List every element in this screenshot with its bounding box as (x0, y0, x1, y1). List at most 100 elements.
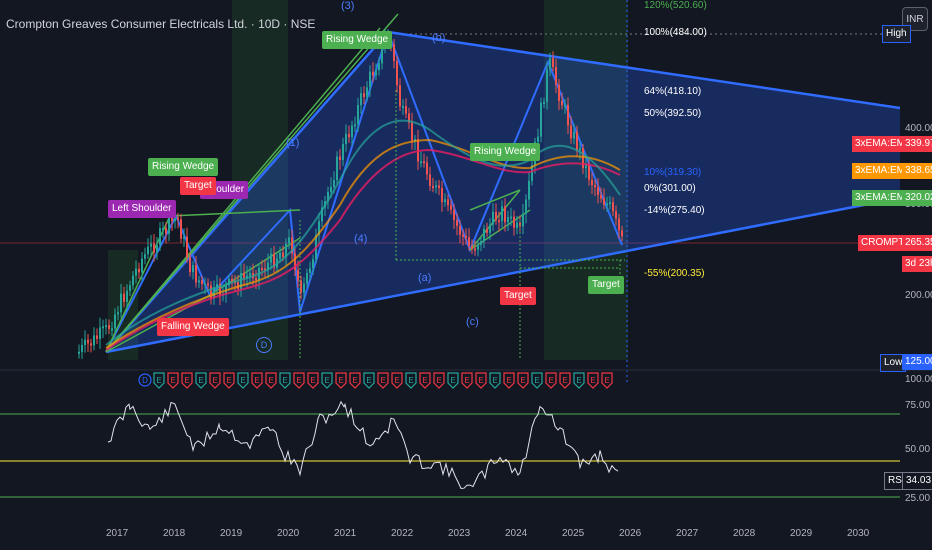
candle-body (549, 58, 551, 70)
ema-54-value: 338.65 (902, 163, 932, 179)
event-marker-icon[interactable]: E (531, 372, 543, 389)
event-marker-icon[interactable]: E (279, 372, 291, 389)
candle-body (393, 44, 395, 62)
candle-body (123, 293, 125, 302)
event-marker-text: E (212, 376, 217, 385)
event-marker-icon[interactable]: E (363, 372, 375, 389)
event-marker-icon[interactable]: E (195, 372, 207, 389)
candle-body (243, 273, 245, 279)
event-marker-icon[interactable]: E (237, 372, 249, 389)
event-marker-text: E (492, 376, 497, 385)
event-marker-icon[interactable]: E (153, 372, 165, 389)
candle-body (579, 147, 581, 151)
event-marker-icon[interactable]: E (167, 372, 179, 389)
candle-body (498, 220, 500, 223)
event-markers[interactable]: DEEEEEEEEEEEEEEEEEEEEEEEEEEEEEEEEE (138, 372, 613, 389)
candle-body (459, 225, 461, 235)
event-marker-icon[interactable]: D (138, 373, 152, 387)
candle-body (249, 273, 251, 276)
event-marker-icon[interactable]: E (321, 372, 333, 389)
event-marker-icon[interactable]: E (181, 372, 193, 389)
event-marker-icon[interactable]: E (335, 372, 347, 389)
candle-body (282, 252, 284, 258)
event-marker-icon[interactable]: E (405, 372, 417, 389)
event-marker-icon[interactable]: E (489, 372, 501, 389)
candle-body (351, 125, 353, 138)
candle-body (471, 245, 473, 249)
event-marker-text: E (310, 376, 315, 385)
event-marker-icon[interactable]: E (601, 372, 613, 389)
event-marker-icon[interactable]: E (461, 372, 473, 389)
rising-wedge-label[interactable]: Rising Wedge (148, 158, 219, 176)
event-marker-icon[interactable]: E (251, 372, 263, 389)
candle-body (621, 230, 623, 237)
falling-wedge-label[interactable]: Falling Wedge (157, 318, 229, 336)
event-marker-icon[interactable]: E (433, 372, 445, 389)
event-marker-text: E (282, 376, 287, 385)
event-marker-icon[interactable]: E (265, 372, 277, 389)
event-marker-icon[interactable]: E (307, 372, 319, 389)
target-label[interactable]: Target (180, 177, 216, 195)
candle-body (576, 131, 578, 151)
candle-body (474, 248, 476, 251)
event-marker-icon[interactable]: E (559, 372, 571, 389)
price-chart[interactable]: DEEEEEEEEEEEEEEEEEEEEEEEEEEEEEEEEE (0, 0, 932, 550)
event-marker-icon[interactable]: E (419, 372, 431, 389)
event-marker-icon[interactable]: E (503, 372, 515, 389)
event-marker-text: E (352, 376, 357, 385)
target-label[interactable]: Target (588, 276, 624, 294)
event-marker-icon[interactable]: E (209, 372, 221, 389)
event-marker-icon[interactable]: E (377, 372, 389, 389)
rising-wedge-label[interactable]: Rising Wedge (470, 143, 541, 161)
fib-level: 50%(392.50) (644, 108, 702, 119)
event-marker-text: E (478, 376, 483, 385)
candle-body (378, 63, 380, 71)
event-marker-icon[interactable]: E (517, 372, 529, 389)
candle-body (366, 87, 368, 98)
event-marker-icon[interactable]: E (447, 372, 459, 389)
wave-4-label: (4) (354, 233, 368, 245)
event-marker-icon[interactable]: E (573, 372, 585, 389)
event-marker-text: E (170, 376, 175, 385)
candle-body (300, 280, 302, 293)
rising-wedge-label[interactable]: Rising Wedge (322, 31, 393, 49)
candle-body (375, 70, 377, 76)
candle-body (609, 202, 611, 205)
candle-body (297, 269, 299, 281)
event-marker-icon[interactable]: E (293, 372, 305, 389)
candle-body (399, 85, 401, 107)
candle-body (162, 227, 164, 230)
candle-body (261, 268, 263, 271)
event-marker-icon[interactable]: E (391, 372, 403, 389)
wave-c-label: (c) (466, 316, 479, 328)
left-shoulder-label[interactable]: Left Shoulder (108, 200, 176, 218)
price-tick: 400.00 (905, 123, 932, 134)
rsi-value: 34.03 (902, 472, 932, 490)
time-tick: 2028 (733, 528, 756, 539)
event-marker-icon[interactable]: E (545, 372, 557, 389)
candle-body (120, 293, 122, 313)
event-marker-icon[interactable]: E (223, 372, 235, 389)
candle-body (360, 93, 362, 106)
event-marker-icon[interactable]: E (587, 372, 599, 389)
candle-body (156, 244, 158, 253)
candle-body (543, 101, 545, 104)
candle-body (93, 335, 95, 346)
candle-body (345, 133, 347, 144)
event-marker-text: E (450, 376, 455, 385)
candle-body (192, 265, 194, 273)
candle-body (255, 277, 257, 280)
target-label[interactable]: Target (500, 287, 536, 305)
price-tick: 200.00 (905, 290, 932, 301)
candle-body (561, 100, 563, 106)
candle-body (339, 156, 341, 161)
event-marker-text: E (506, 376, 511, 385)
candle-body (135, 268, 137, 276)
candle-body (426, 162, 428, 175)
candle-body (444, 199, 446, 203)
candle-body (462, 234, 464, 237)
candle-body (129, 285, 131, 291)
event-marker-icon[interactable]: E (349, 372, 361, 389)
event-marker-icon[interactable]: E (475, 372, 487, 389)
event-marker-text: E (408, 376, 413, 385)
